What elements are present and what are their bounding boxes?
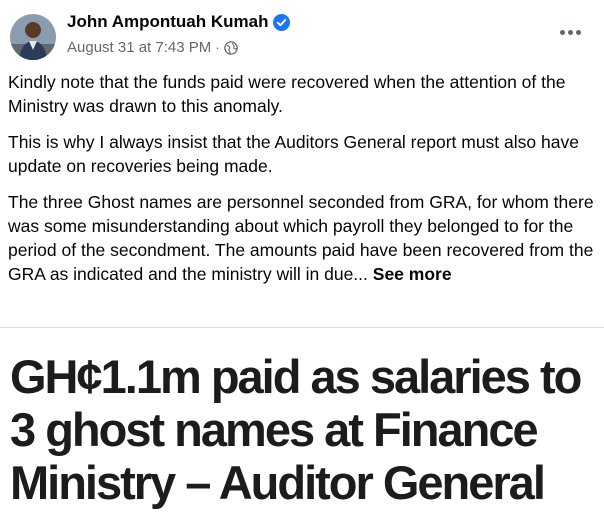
verified-badge-icon	[273, 13, 291, 31]
post-paragraph: This is why I always insist that the Aud…	[8, 132, 579, 176]
post-paragraph: Kindly note that the funds paid were rec…	[8, 72, 566, 116]
see-more-link[interactable]: See more	[373, 264, 452, 284]
post-text: Kindly note that the funds paid were rec…	[8, 70, 596, 286]
author-row: John Ampontuah Kumah	[67, 12, 291, 32]
author-name[interactable]: John Ampontuah Kumah	[67, 12, 268, 32]
attachment-divider	[0, 327, 604, 328]
meta-separator: ·	[215, 40, 220, 55]
globe-icon[interactable]	[223, 40, 238, 55]
post-meta: August 31 at 7:43 PM ·	[67, 39, 238, 56]
post-timestamp[interactable]: August 31 at 7:43 PM	[67, 39, 211, 56]
post-paragraph-truncated: The three Ghost names are personnel seco…	[8, 190, 596, 286]
post-header: John Ampontuah Kumah August 31 at 7:43 P…	[0, 0, 604, 70]
more-options-icon[interactable]	[552, 20, 588, 44]
attachment-headline[interactable]: GH¢1.1m paid as salaries to 3 ghost name…	[10, 350, 600, 509]
avatar-image	[10, 14, 56, 60]
avatar[interactable]	[10, 14, 56, 60]
post-paragraph-text: The three Ghost names are personnel seco…	[8, 192, 594, 284]
